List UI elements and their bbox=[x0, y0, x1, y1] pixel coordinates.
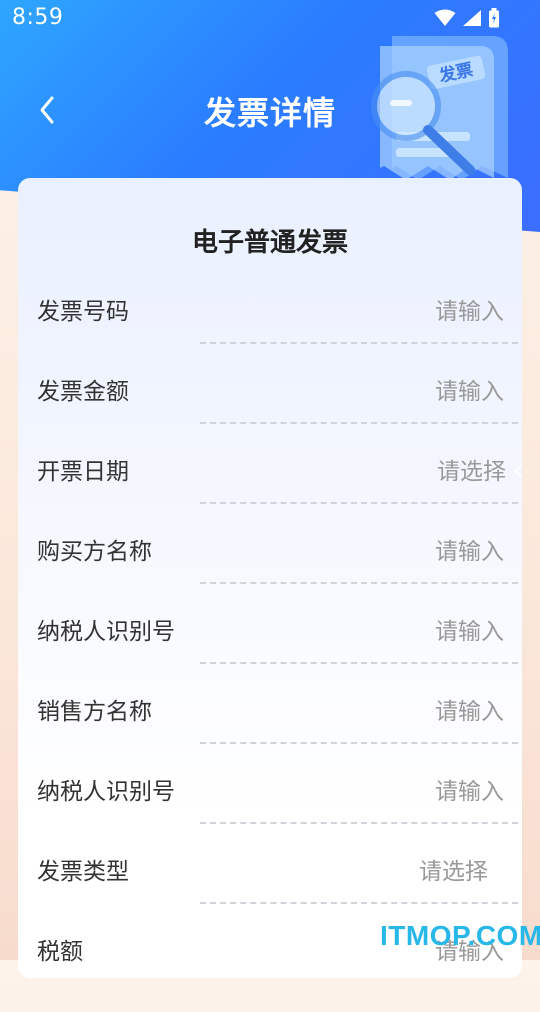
dashed-divider bbox=[200, 902, 518, 904]
invoice-magnifier-illustration: 发票 bbox=[371, 36, 508, 180]
dashed-divider bbox=[200, 502, 518, 504]
wifi-icon bbox=[434, 9, 456, 26]
field-label: 购买方名称 bbox=[37, 539, 152, 565]
field-label: 开票日期 bbox=[37, 459, 129, 485]
field-select-placeholder[interactable]: 请选择 bbox=[419, 852, 488, 886]
invoice-type-heading: 电子普通发票 bbox=[191, 228, 348, 258]
field-invoice-amount[interactable]: 发票金额 请输入 bbox=[18, 372, 522, 452]
field-input-placeholder[interactable]: 请输入 bbox=[435, 692, 504, 726]
field-seller-name[interactable]: 销售方名称 请输入 bbox=[18, 692, 522, 772]
field-issue-date[interactable]: 开票日期 请选择 bbox=[18, 452, 522, 532]
field-input-placeholder[interactable]: 请输入 bbox=[435, 532, 504, 566]
field-label: 纳税人识别号 bbox=[37, 619, 175, 645]
invoice-form-card: 电子普通发票 发票号码 请输入 发票金额 请输入 开票日期 请选择 购买方名称 … bbox=[18, 178, 524, 978]
dashed-divider bbox=[200, 422, 518, 424]
field-input-placeholder[interactable]: 请输入 bbox=[435, 372, 504, 406]
field-label: 发票类型 bbox=[37, 859, 129, 885]
field-label: 发票号码 bbox=[37, 299, 129, 325]
field-label: 销售方名称 bbox=[37, 699, 152, 725]
dashed-divider bbox=[200, 822, 518, 824]
field-invoice-number[interactable]: 发票号码 请输入 bbox=[18, 292, 522, 372]
status-time: 8:59 bbox=[12, 5, 64, 30]
dashed-divider bbox=[200, 582, 518, 584]
site-watermark: ITMOP.COM bbox=[380, 920, 540, 951]
field-buyer-name[interactable]: 购买方名称 请输入 bbox=[18, 532, 522, 612]
field-input-placeholder[interactable]: 请输入 bbox=[435, 772, 504, 806]
dashed-divider bbox=[200, 342, 518, 344]
field-label: 发票金额 bbox=[37, 379, 129, 405]
field-label: 税额 bbox=[37, 939, 83, 965]
cellular-signal-icon bbox=[463, 10, 481, 26]
field-label: 纳税人识别号 bbox=[37, 779, 175, 805]
field-input-placeholder[interactable]: 请输入 bbox=[435, 612, 504, 646]
field-buyer-tax-id[interactable]: 纳税人识别号 请输入 bbox=[18, 612, 522, 692]
status-icons bbox=[434, 8, 500, 28]
battery-icon bbox=[489, 8, 499, 28]
dashed-divider bbox=[200, 662, 518, 664]
field-select-placeholder[interactable]: 请选择 bbox=[437, 452, 506, 486]
dashed-divider bbox=[200, 742, 518, 744]
chevron-left-icon: ‹ bbox=[512, 453, 524, 488]
field-input-placeholder[interactable]: 请输入 bbox=[435, 292, 504, 326]
field-seller-tax-id[interactable]: 纳税人识别号 请输入 bbox=[18, 772, 522, 852]
